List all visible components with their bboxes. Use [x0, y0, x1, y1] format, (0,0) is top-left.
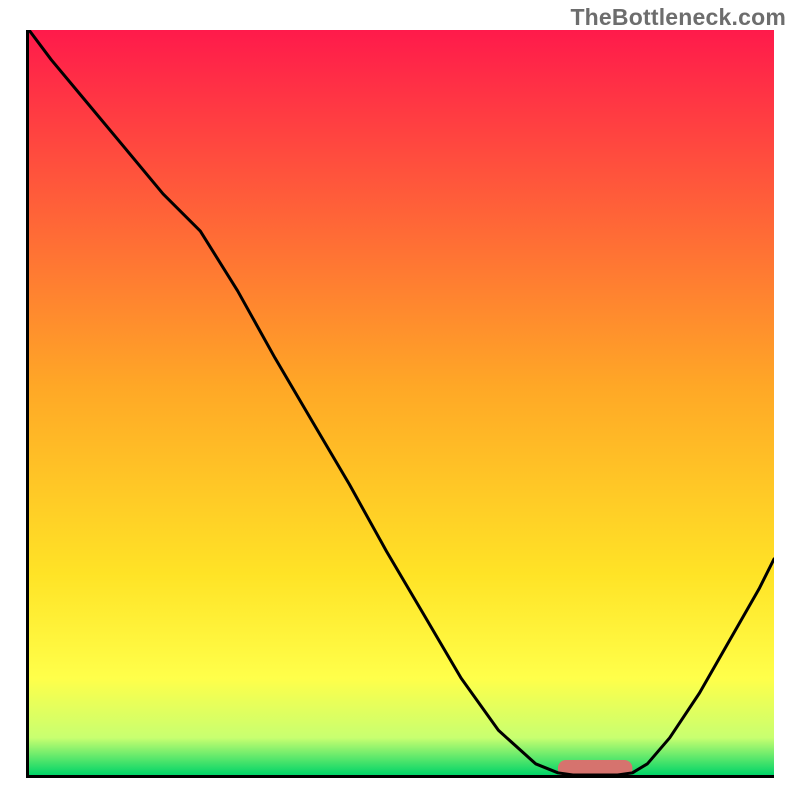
chart-svg [29, 30, 774, 775]
watermark-text: TheBottleneck.com [570, 4, 786, 31]
gradient-background [29, 30, 774, 775]
chart-plot-area [26, 30, 774, 778]
optimal-range-marker [558, 760, 633, 775]
